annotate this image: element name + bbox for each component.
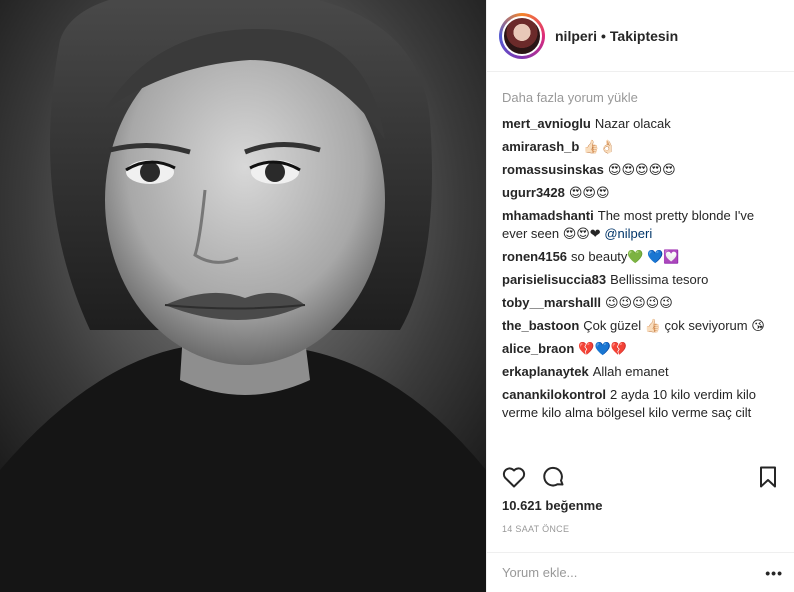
- heart-outline-icon[interactable]: [501, 464, 527, 490]
- comment-item: ugurr3428 😍😍😍: [502, 184, 778, 202]
- comment-username[interactable]: parisielisuccia83: [502, 272, 606, 287]
- comment-username[interactable]: romassusinskas: [502, 162, 604, 177]
- comment-username[interactable]: amirarash_b: [502, 139, 579, 154]
- comment-username[interactable]: ronen4156: [502, 249, 567, 264]
- post-photo[interactable]: [0, 0, 486, 592]
- comment-item: the_bastoon Çok güzel 👍🏻 çok seviyorum 😘: [502, 317, 778, 335]
- comment-item: mert_avnioglu Nazar olacak: [502, 115, 778, 133]
- username-link[interactable]: nilperi: [555, 28, 597, 44]
- comment-text: 😉😉😉😉😉: [605, 295, 673, 310]
- comment-username[interactable]: toby__marshalll: [502, 295, 601, 310]
- comment-username[interactable]: mert_avnioglu: [502, 116, 591, 131]
- comment-text: 😍😍😍😍😍: [607, 162, 676, 177]
- follow-status[interactable]: Takiptesin: [610, 28, 678, 44]
- comments-list: Daha fazla yorum yükle mert_avnioglu Naza…: [487, 72, 794, 450]
- comment-bubble-icon[interactable]: [541, 464, 567, 490]
- load-more-comments-link[interactable]: Daha fazla yorum yükle: [502, 90, 778, 105]
- comment-input[interactable]: [502, 565, 766, 580]
- comment-text: Nazar olacak: [594, 116, 671, 131]
- comment-username[interactable]: ugurr3428: [502, 185, 565, 200]
- add-comment-bar: •••: [487, 552, 794, 592]
- comment-item: erkaplanaytek Allah emanet: [502, 363, 778, 381]
- comment-username[interactable]: the_bastoon: [502, 318, 579, 333]
- likes-count[interactable]: 10.621 beğenme: [502, 498, 602, 513]
- comment-username[interactable]: erkaplanaytek: [502, 364, 589, 379]
- comment-item: alice_braon 💔💙💔: [502, 340, 778, 358]
- comment-text: 😍😍😍: [568, 185, 610, 200]
- comment-text: Allah emanet: [592, 364, 669, 379]
- avatar[interactable]: [502, 15, 542, 56]
- comment-item: parisielisuccia83 Bellissima tesoro: [502, 271, 778, 289]
- post-side-panel: nilperi • Takiptesin Daha fazla yorum yükl…: [486, 0, 794, 592]
- comment-username[interactable]: mhamadshanti: [502, 208, 594, 223]
- comment-item: amirarash_b 👍🏻👌🏻: [502, 138, 778, 156]
- comment-text: so beauty💚 💙💟: [571, 249, 680, 264]
- post-actions: [487, 462, 794, 492]
- comment-item: toby__marshalll 😉😉😉😉😉: [502, 294, 778, 312]
- post-timestamp[interactable]: 14 SAAT ÖNCE: [502, 524, 569, 534]
- comment-text: Bellissima tesoro: [610, 272, 709, 287]
- header-text: nilperi • Takiptesin: [555, 28, 678, 44]
- more-options-icon[interactable]: •••: [765, 565, 783, 581]
- comment-text: 👍🏻👌🏻: [583, 139, 616, 154]
- comment-username[interactable]: alice_braon: [502, 341, 574, 356]
- comment-text: 💔💙💔: [578, 341, 627, 356]
- portrait-image: [0, 0, 486, 592]
- bookmark-icon[interactable]: [755, 464, 781, 490]
- comment-item: mhamadshanti The most pretty blonde I've …: [502, 207, 778, 243]
- mention-link[interactable]: @nilperi: [604, 226, 652, 241]
- comment-item: canankilokontrol 2 ayda 10 kilo verdim ki…: [502, 386, 778, 422]
- story-ring[interactable]: [499, 12, 545, 59]
- comment-username[interactable]: canankilokontrol: [502, 387, 606, 402]
- comment-item: romassusinskas 😍😍😍😍😍: [502, 161, 778, 179]
- post-header: nilperi • Takiptesin: [487, 0, 794, 72]
- comment-item: ronen4156 so beauty💚 💙💟: [502, 248, 778, 266]
- separator-dot: •: [601, 27, 606, 44]
- comment-text: Çok güzel 👍🏻 çok seviyorum 😘: [583, 318, 765, 333]
